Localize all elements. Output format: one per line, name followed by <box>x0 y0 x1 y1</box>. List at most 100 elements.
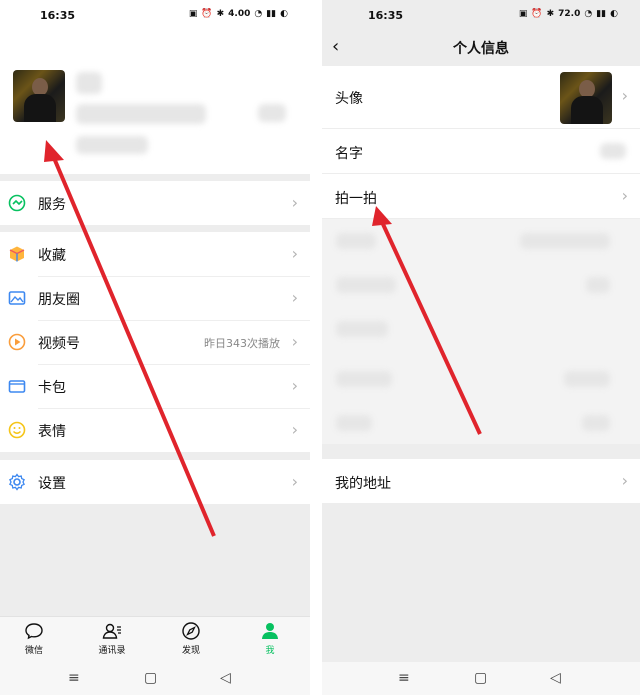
battery-icon: ◐ <box>610 9 618 19</box>
battery-icon: ◐ <box>280 9 288 19</box>
blurred-label <box>336 371 392 387</box>
tab-label: 发现 <box>181 646 200 656</box>
chevron-right-icon: › <box>291 472 298 491</box>
service-icon <box>8 194 26 212</box>
chevron-right-icon: › <box>291 244 298 263</box>
menu-main-group: 收藏 › 朋友圈 › 视频号 昨日343次播放 › 卡包 › 表情 › <box>0 232 310 452</box>
status-bar: 16:35 ▣ ⏰ ✱ 72.0 ◔ ▮▮ ◐ <box>322 0 640 32</box>
profile-info-panel: 16:35 ▣ ⏰ ✱ 72.0 ◔ ▮▮ ◐ ‹ 个人信息 头像 › 名字 拍… <box>322 0 640 695</box>
row-address[interactable]: 我的地址 › <box>322 459 640 503</box>
chevron-right-icon: › <box>621 86 628 105</box>
home-nav-icon[interactable]: ▢ <box>474 670 487 686</box>
chevron-right-icon: › <box>291 288 298 307</box>
title-bar: ‹ 个人信息 <box>322 32 640 66</box>
qrcode-blurred[interactable] <box>258 104 286 122</box>
blurred-label <box>336 277 396 293</box>
row-label: 名字 <box>335 146 363 162</box>
row-label: 拍一拍 <box>335 191 377 207</box>
bluetooth-icon: ✱ <box>216 9 225 19</box>
menu-item-settings[interactable]: 设置 › <box>0 460 310 504</box>
home-nav-icon[interactable]: ▢ <box>144 670 157 686</box>
menu-item-sticker[interactable]: 表情 › <box>0 408 310 452</box>
signal-icon: ▮▮ <box>596 9 607 19</box>
channels-play-count: 昨日343次播放 <box>204 337 280 350</box>
me-icon <box>262 623 278 639</box>
menu-label: 视频号 <box>38 336 80 352</box>
blurred-rows-section <box>322 219 640 444</box>
card-icon <box>8 380 26 393</box>
tab-label: 微信 <box>24 646 43 656</box>
network-speed: 72.0 <box>558 9 581 19</box>
system-nav-bar: ≡ ▢ ◁ <box>0 662 310 695</box>
chevron-right-icon: › <box>291 332 298 351</box>
blurred-value <box>564 371 610 387</box>
menu-item-moments[interactable]: 朋友圈 › <box>0 276 310 320</box>
chevron-right-icon: › <box>291 376 298 395</box>
tab-label: 通讯录 <box>98 646 126 656</box>
tab-me[interactable]: 我 <box>243 621 297 656</box>
status-time: 16:35 <box>368 9 404 22</box>
wifi-icon: ◔ <box>254 9 263 19</box>
menu-settings-group: 设置 › <box>0 460 310 504</box>
menu-nav-icon[interactable]: ≡ <box>398 670 410 686</box>
menu-item-favorites[interactable]: 收藏 › <box>0 232 310 276</box>
row-label: 头像 <box>335 91 363 107</box>
menu-label: 服务 <box>38 197 66 213</box>
blurred-label <box>336 415 372 431</box>
nickname-blurred <box>76 72 102 94</box>
network-speed: 4.00 <box>228 9 251 19</box>
blurred-value <box>586 277 610 293</box>
menu-item-card[interactable]: 卡包 › <box>0 364 310 408</box>
back-nav-icon[interactable]: ◁ <box>220 670 231 686</box>
bluetooth-icon: ✱ <box>546 9 555 19</box>
avatar-body <box>24 94 56 122</box>
chevron-right-icon: › <box>291 420 298 439</box>
tab-contacts[interactable]: 通讯录 <box>85 621 139 656</box>
profile-card[interactable] <box>0 32 310 174</box>
status-time: 16:35 <box>40 9 76 22</box>
menu-label: 设置 <box>38 476 66 492</box>
nfc-icon: ▣ <box>188 9 198 19</box>
menu-label: 朋友圈 <box>38 292 80 308</box>
menu-item-channels[interactable]: 视频号 昨日343次播放 › <box>0 320 310 364</box>
channels-icon <box>8 333 26 351</box>
row-pat[interactable]: 拍一拍 › <box>322 174 640 218</box>
row-name[interactable]: 名字 <box>322 129 640 173</box>
panel-divider <box>310 0 322 695</box>
menu-item-service[interactable]: 服务 › <box>0 181 310 225</box>
status-icons: ▣ ⏰ ✱ 4.00 ◔ ▮▮ ◐ <box>189 9 288 19</box>
wechat-id-blurred <box>76 104 206 124</box>
wifi-icon: ◔ <box>584 9 593 19</box>
moments-icon <box>8 291 26 305</box>
alarm-icon: ⏰ <box>531 9 543 19</box>
chevron-right-icon: › <box>621 471 628 490</box>
blurred-label <box>336 321 388 337</box>
favorites-icon <box>9 246 25 262</box>
tab-discover[interactable]: 发现 <box>164 621 218 656</box>
tab-chats[interactable]: 微信 <box>7 621 61 656</box>
me-page-panel: 16:35 ▣ ⏰ ✱ 4.00 ◔ ▮▮ ◐ 服务 › 收藏 › 朋友圈 › … <box>0 0 310 695</box>
chevron-right-icon: › <box>621 186 628 205</box>
settings-icon <box>9 473 25 491</box>
avatar-thumbnail <box>560 72 612 124</box>
sticker-icon <box>8 421 26 439</box>
system-nav-bar: ≡ ▢ ◁ <box>322 662 640 695</box>
discover-icon <box>182 622 200 640</box>
avatar[interactable] <box>13 70 65 122</box>
name-value-blurred <box>600 143 626 159</box>
chevron-right-icon: › <box>291 193 298 212</box>
blurred-label <box>336 233 376 249</box>
menu-label: 卡包 <box>38 380 66 396</box>
alarm-icon: ⏰ <box>201 9 213 19</box>
status-icons: ▣ ⏰ ✱ 72.0 ◔ ▮▮ ◐ <box>519 9 618 19</box>
signal-icon: ▮▮ <box>266 9 277 19</box>
menu-service-group: 服务 › <box>0 181 310 225</box>
blurred-value <box>520 233 610 249</box>
page-title: 个人信息 <box>453 41 509 57</box>
status-blurred <box>76 136 148 154</box>
back-nav-icon[interactable]: ◁ <box>550 670 561 686</box>
tab-label: 我 <box>265 646 275 656</box>
nfc-icon: ▣ <box>518 9 528 19</box>
row-avatar[interactable]: 头像 › <box>322 66 640 128</box>
menu-nav-icon[interactable]: ≡ <box>68 670 80 686</box>
